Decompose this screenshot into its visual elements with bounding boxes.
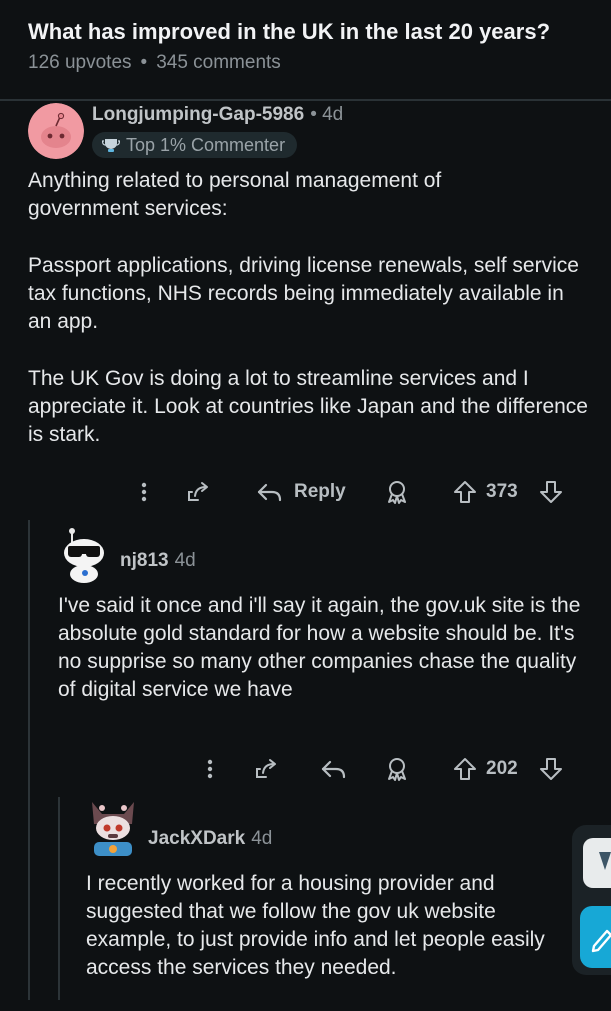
more-options-button[interactable] [200,752,220,786]
snoo-sunglasses-avatar-icon [64,528,104,583]
snoo-costume-avatar-icon [92,802,134,856]
reply-button[interactable] [320,752,350,786]
compose-button[interactable] [580,906,611,968]
snoo-avatar-icon [28,103,84,159]
share-button[interactable] [186,475,214,509]
upvote-count: 126 upvotes [28,52,132,73]
reply-button[interactable]: Reply [256,475,346,509]
comment-username[interactable]: Longjumping-Gap-5986 • 4d [92,103,343,127]
award-icon [388,758,406,781]
vote-count: 202 [486,758,518,779]
more-vertical-icon [141,482,147,502]
comment-username[interactable]: nj813 4d [120,549,196,573]
comment-paragraph: I've said it once and i'll say it again,… [58,594,581,701]
badge-label: Top 1% Commenter [126,134,286,155]
username-text[interactable]: Longjumping-Gap-5986 [92,104,304,125]
comment-paragraph: The UK Gov is doing a lot to streamline … [28,367,588,446]
comment-count[interactable]: 345 comments [156,52,281,73]
comment-username[interactable]: JackXDark 4d [148,827,272,851]
downvote-arrow-icon [540,481,562,503]
thumbnail-icon [599,852,611,870]
comment-age: 4d [174,550,196,571]
username-text[interactable]: JackXDark [148,828,245,849]
comment-body: I've said it once and i'll say it again,… [58,592,588,733]
award-button[interactable] [384,752,410,786]
comment-age: • 4d [310,104,344,125]
share-icon [188,482,208,501]
vote-count: 373 [486,481,518,502]
trophy-icon [102,139,120,152]
downvote-button[interactable] [538,475,564,509]
comment-paragraph: I recently worked for a housing provider… [86,872,545,979]
comment-actions: 202 [0,752,611,786]
pencil-icon [591,929,611,953]
avatar[interactable] [28,103,84,159]
upvote-button[interactable]: 202 [452,752,518,786]
award-button[interactable] [384,475,410,509]
downvote-button[interactable] [538,752,564,786]
upvote-button[interactable]: 373 [452,475,518,509]
reply-icon [321,760,346,779]
comment-age: 4d [251,828,273,849]
comment-body: I recently worked for a housing provider… [86,870,572,1011]
top-commenter-badge: Top 1% Commenter [92,132,298,158]
floating-thumbnail-button[interactable] [583,838,611,888]
post-title[interactable]: What has improved in the UK in the last … [28,18,598,46]
reply-icon [257,483,282,502]
meta-separator: • [140,52,148,73]
comment-actions: Reply 373 [0,475,611,509]
thread-line[interactable] [58,797,60,1000]
header-divider [0,99,611,101]
post-meta: 126 upvotes • 345 comments [28,51,281,75]
upvote-arrow-icon [454,758,476,780]
downvote-arrow-icon [540,758,562,780]
more-options-button[interactable] [134,475,154,509]
more-vertical-icon [207,759,213,779]
share-button[interactable] [254,752,282,786]
avatar[interactable] [58,527,110,583]
award-icon [388,481,406,504]
share-icon [256,759,276,778]
comment-body: Anything related to personal management … [28,167,588,478]
comment-paragraph: Anything related to personal management … [28,169,442,220]
username-text[interactable]: nj813 [120,550,169,571]
comment-paragraph: Passport applications, driving license r… [28,254,579,333]
reply-label[interactable]: Reply [294,481,346,503]
upvote-arrow-icon [454,481,476,503]
avatar[interactable] [86,798,140,860]
